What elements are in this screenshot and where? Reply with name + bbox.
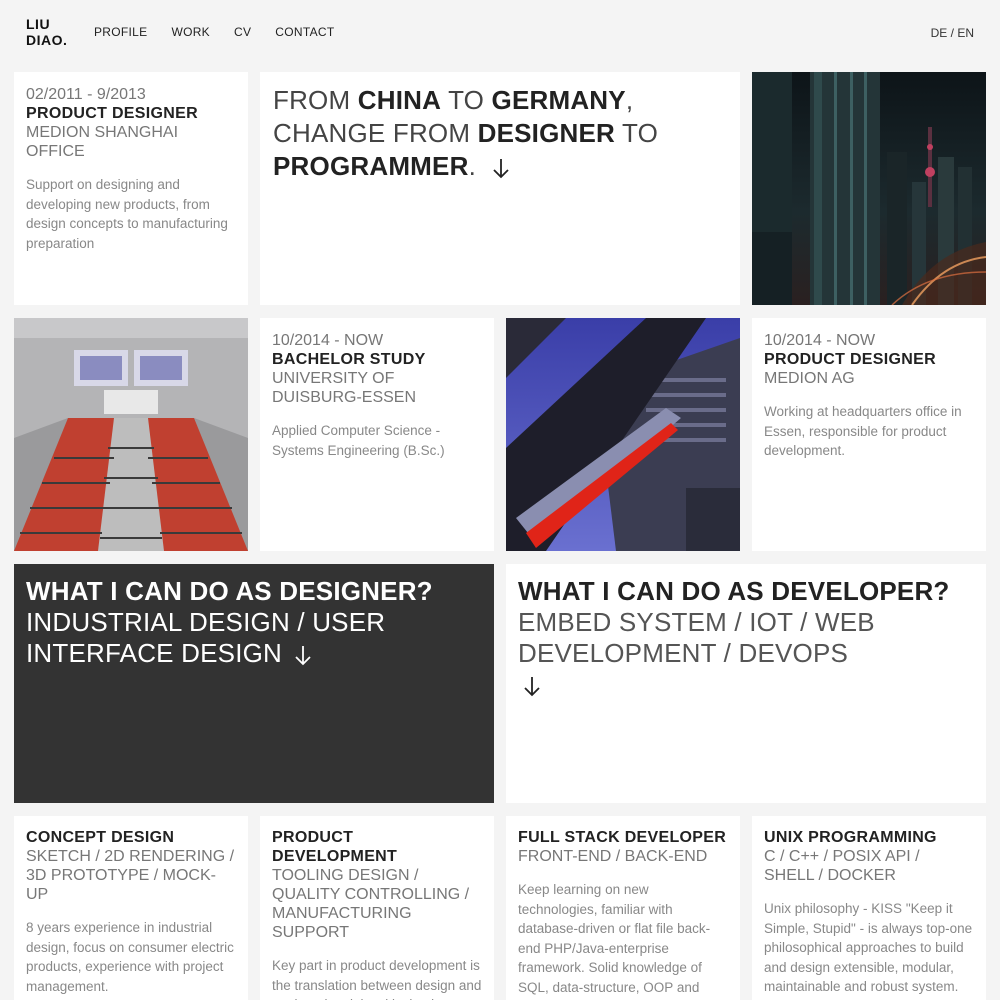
skill-title: CONCEPT DESIGN (26, 829, 175, 846)
hero-text-period: . (468, 151, 476, 181)
logo-line-2: DIAO. (26, 32, 68, 48)
job-date: 10/2014 - NOW (764, 332, 876, 349)
job-company: MEDION SHANGHAI OFFICE (26, 124, 179, 160)
lang-en-link[interactable]: EN (957, 26, 974, 40)
photo-museum-escalator (506, 318, 740, 551)
card-concept-design: CONCEPT DESIGN SKETCH / 2D RENDERING / 3… (14, 816, 248, 1000)
nav-work[interactable]: WORK (171, 25, 210, 39)
nav-cv[interactable]: CV (234, 25, 251, 39)
card-bachelor: 10/2014 - NOW BACHELOR STUDY UNIVERSITY … (260, 318, 494, 551)
job-company: MEDION AG (764, 370, 855, 387)
hero-text-designer: DESIGNER (477, 118, 616, 148)
photo-auditorium (14, 318, 248, 551)
hero-text-to: TO (441, 85, 492, 115)
skill-title: PRODUCT DEVELOPMENT (272, 829, 398, 865)
arrow-down-icon[interactable] (293, 643, 313, 667)
card-medion-ag: 10/2014 - NOW PRODUCT DESIGNER MEDION AG… (752, 318, 986, 551)
skill-subtitle: TOOLING DESIGN / QUALITY CONTROLLING / M… (272, 867, 470, 941)
skill-description: Key part in product development is the t… (272, 958, 482, 1000)
skill-description: Unix philosophy - KISS "Keep it Simple, … (764, 901, 973, 994)
developer-heading: WHAT I CAN DO AS DEVELOPER? (518, 576, 950, 606)
study-title: BACHELOR STUDY (272, 351, 426, 368)
designer-subheading: INDUSTRIAL DESIGN / USER INTERFACE DESIG… (26, 607, 386, 669)
card-designer-skills[interactable]: WHAT I CAN DO AS DESIGNER? INDUSTRIAL DE… (14, 564, 494, 803)
nav-profile[interactable]: PROFILE (94, 25, 147, 39)
lang-de-link[interactable]: DE (931, 26, 948, 40)
hero-card: FROM CHINA TO GERMANY, CHANGE FROM DESIG… (260, 72, 740, 305)
skill-title: UNIX PROGRAMMING (764, 829, 937, 846)
arrow-down-icon[interactable] (522, 674, 542, 698)
nav-contact[interactable]: CONTACT (275, 25, 334, 39)
hero-text-germany: GERMANY (491, 85, 626, 115)
lang-separator: / (947, 26, 958, 40)
developer-subheading-text: EMBED SYSTEM / IOT / WEB DEVELOPMENT / D… (518, 607, 875, 668)
hero-text-programmer: PROGRAMMER (273, 151, 469, 181)
skill-subtitle: C / C++ / POSIX API / SHELL / DOCKER (764, 848, 920, 884)
skill-description: 8 years experience in industrial design,… (26, 920, 234, 994)
arrow-down-icon[interactable] (491, 156, 511, 180)
photo-shanghai-skyline (752, 72, 986, 305)
card-product-development: PRODUCT DEVELOPMENT TOOLING DESIGN / QUA… (260, 816, 494, 1000)
job-description: Working at headquarters office in Essen,… (764, 404, 962, 458)
card-developer-skills[interactable]: WHAT I CAN DO AS DEVELOPER? EMBED SYSTEM… (506, 564, 986, 803)
main-nav: PROFILE WORK CV CONTACT (94, 25, 358, 39)
job-title: PRODUCT DESIGNER (764, 351, 936, 368)
designer-heading: WHAT I CAN DO AS DESIGNER? (26, 576, 433, 606)
study-date: 10/2014 - NOW (272, 332, 384, 349)
job-date: 02/2011 - 9/2013 (26, 86, 146, 103)
site-logo[interactable]: LIU DIAO. (26, 16, 86, 48)
study-description: Applied Computer Science - Systems Engin… (272, 423, 445, 458)
skill-title: FULL STACK DEVELOPER (518, 829, 727, 846)
hero-headline: FROM CHINA TO GERMANY, CHANGE FROM DESIG… (273, 84, 727, 183)
job-description: Support on designing and developing new … (26, 177, 228, 251)
logo-line-1: LIU (26, 16, 51, 32)
job-title: PRODUCT DESIGNER (26, 105, 198, 122)
hero-text-change-from: CHANGE FROM (273, 118, 478, 148)
developer-subheading: EMBED SYSTEM / IOT / WEB DEVELOPMENT / D… (518, 607, 878, 700)
study-university: UNIVERSITY OF DUISBURG-ESSEN (272, 370, 417, 406)
card-medion-shanghai: 02/2011 - 9/2013 PRODUCT DESIGNER MEDION… (14, 72, 248, 305)
site-header: LIU DIAO. PROFILE WORK CV CONTACT DE / E… (0, 0, 1000, 70)
skill-description: Keep learning on new technologies, famil… (518, 882, 720, 1000)
language-switcher: DE / EN (931, 26, 974, 40)
hero-text-to-2: TO (615, 118, 659, 148)
hero-text-from: FROM (273, 85, 358, 115)
hero-text-china: CHINA (357, 85, 442, 115)
skill-subtitle: SKETCH / 2D RENDERING / 3D PROTOTYPE / M… (26, 848, 235, 903)
card-unix-programming: UNIX PROGRAMMING C / C++ / POSIX API / S… (752, 816, 986, 1000)
skill-subtitle: FRONT-END / BACK-END (518, 848, 708, 865)
card-full-stack: FULL STACK DEVELOPER FRONT-END / BACK-EN… (506, 816, 740, 1000)
designer-subheading-text: INDUSTRIAL DESIGN / USER INTERFACE DESIG… (26, 607, 386, 668)
hero-text-comma: , (625, 85, 634, 115)
